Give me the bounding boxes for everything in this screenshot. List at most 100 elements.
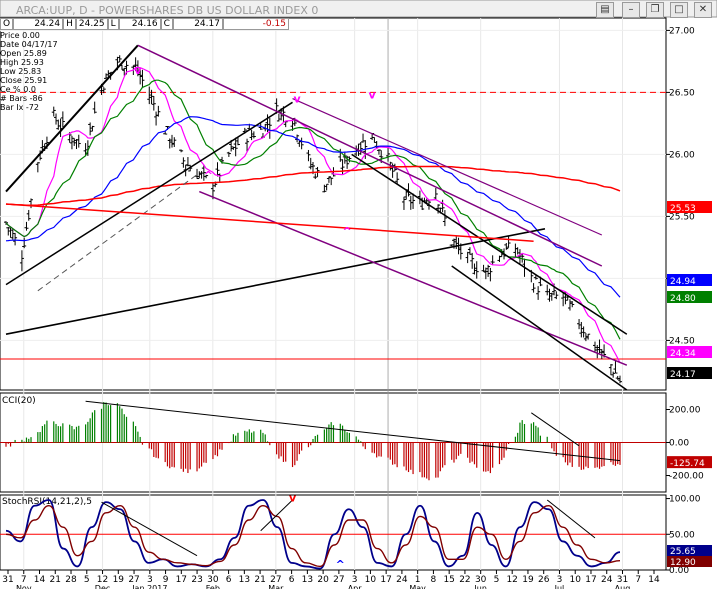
chart-canvas: 31 7 14 21 28 5 12 19 27 3 9 17 23 30 6 13 21 27 6 13 20 27 3 1… [0,0,717,589]
price-label: 24.17 [670,370,696,380]
x-tick-label: 12 [506,575,517,585]
maximize-icon[interactable]: □ [670,2,688,18]
x-tick-label: 17 [585,575,596,585]
month-label: Feb [206,584,220,589]
month-label: Nov [16,584,32,589]
x-tick-label: 28 [65,575,77,585]
x-tick-label: 21 [254,575,265,585]
x-tick-label: 14 [34,575,46,585]
chart-window: 31 7 14 21 28 5 12 19 27 3 9 17 23 30 6 13 21 27 6 13 20 27 3 1… [0,0,717,589]
stochrsi-axis-label: 50.00 [669,530,695,540]
x-tick-label: 26 [538,575,550,585]
high-value: 24.25 [75,18,108,30]
month-label: Aug [615,584,631,589]
x-tick-label: 5 [494,575,500,585]
data-box-value: 04/17/17 [21,40,58,49]
open-label: O [0,18,14,30]
x-tick-label: 6 [226,575,232,585]
close-icon[interactable]: ✕ [694,2,712,18]
minimize-icon[interactable]: – [622,2,640,18]
x-tick-label: 24 [601,575,613,585]
change-value: -0.15 [222,18,289,30]
month-label: May [409,584,426,589]
close-label: C [160,18,173,30]
data-box-row: Close 25.91 [0,76,58,85]
x-tick-label: 10 [365,575,377,585]
month-label: Dec [95,584,110,589]
data-box-label: Ce % [0,85,24,94]
close-value: 24.17 [172,18,223,30]
data-box-label: Low [0,67,19,76]
x-tick-label: 31 [2,575,13,585]
data-box-label: High [0,58,21,67]
x-tick-label: 27 [333,575,344,585]
x-tick-label: 22 [459,575,470,585]
data-box-value: -72 [25,103,39,112]
x-tick-label: 8 [431,575,437,585]
x-tick-label: 20 [317,575,329,585]
data-box-label: Bar Ix [0,103,26,112]
price-label: 24.94 [670,277,696,287]
cci-axis-label: 0.00 [669,439,689,449]
x-tick-label: 24 [396,575,408,585]
price-axis-label: 26.00 [669,150,695,160]
cci-axis-label: -200.00 [669,472,704,482]
stochrsi-value-label: 25.65 [670,547,696,557]
chart-title: ARCA:UUP, D - POWERSHARES DB US DOLLAR I… [16,4,319,17]
month-label: Jun [473,584,487,589]
data-box-value: -86 [29,94,43,103]
month-label: Mar [268,584,284,589]
data-box: Price 0.00 Date 04/17/17 Open 25.89 High 25… [0,31,58,112]
x-tick-label: 23 [191,575,202,585]
cci-axis-label: 200.00 [669,406,701,416]
signal-marker: v [134,64,142,77]
price-axis-label: 27.00 [669,26,695,36]
data-box-label: Date [0,40,22,49]
high-label: H [63,18,76,30]
signal-marker: v [293,92,301,105]
data-box-value: 0.0 [23,85,36,94]
window-menu-icon[interactable]: ▤ [596,2,614,18]
data-box-label: Open [0,49,24,58]
data-box-value: 25.89 [23,49,47,58]
data-box-label: Price [0,31,23,40]
price-label: 24.34 [670,349,696,359]
data-box-value: 0.00 [22,31,40,40]
price-label: 24.80 [670,294,696,304]
x-tick-label: 5 [84,575,90,585]
data-box-row: Bar Ix -72 [0,103,58,112]
price-label: 25.53 [670,204,696,214]
x-tick-label: 14 [648,575,660,585]
low-value: 24.16 [118,18,161,30]
x-tick-label: 6 [289,575,295,585]
data-box-row: Date 04/17/17 [0,40,58,49]
signal-marker: v [289,491,297,504]
ohlc-readout: O 24.24 H 24.25 L 24.16 C 24.17 -0.15 [0,18,289,30]
cci-title: CCI(20) [2,396,36,406]
signal-marker: v [369,89,377,102]
x-tick-label: 21 [50,575,61,585]
restore-icon[interactable]: ❐ [646,2,664,18]
data-box-value: 25.93 [20,58,44,67]
signal-marker: ^ [336,558,345,571]
data-box-row: Ce % 0.0 [0,85,58,94]
x-tick-label: 13 [302,575,313,585]
month-label: Jul [554,584,565,589]
stochrsi-value-label: 12.90 [670,558,696,568]
x-tick-label: 10 [569,575,581,585]
x-tick-label: 17 [176,575,187,585]
data-box-label: Close [0,76,25,85]
x-tick-label: 19 [522,575,534,585]
x-tick-label: 17 [380,575,391,585]
x-tick-label: 13 [239,575,250,585]
month-label: Jan 2017 [131,584,167,589]
data-box-row: Open 25.89 [0,49,58,58]
price-axis-label: 24.50 [669,336,695,346]
x-tick-label: 19 [113,575,125,585]
cci-value-label: -125.74 [670,459,705,469]
x-tick-label: 15 [443,575,454,585]
month-label: Apr [348,584,363,589]
data-box-label: # Bars [0,94,30,103]
background [0,0,717,589]
data-box-row: High 25.93 [0,58,58,67]
